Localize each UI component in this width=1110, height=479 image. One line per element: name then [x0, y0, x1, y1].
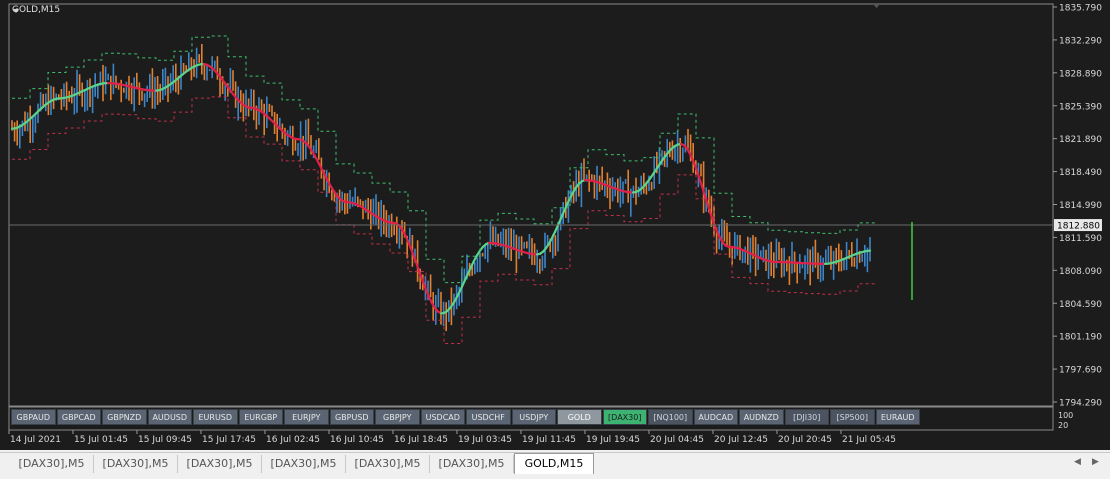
time-axis-label: 20 Jul 04:45 [650, 435, 704, 445]
price-axis-label: 1811.590 [1059, 234, 1102, 244]
chart-tab-bar: [DAX30],M5[DAX30],M5[DAX30],M5[DAX30],M5… [0, 452, 1110, 479]
symbol-button-usdjpy[interactable]: USDJPY [512, 409, 557, 425]
time-axis-label: 20 Jul 12:45 [714, 435, 768, 445]
symbol-button-gbpnzd[interactable]: GBPNZD [102, 409, 147, 425]
ma-segment [708, 206, 711, 215]
symbol-button-dax30[interactable]: [DAX30] [603, 409, 648, 425]
symbol-button-gbpaud[interactable]: GBPAUD [11, 409, 56, 425]
time-axis-label: 20 Jul 20:45 [778, 435, 832, 445]
symbol-button-sp500[interactable]: [SP500] [830, 409, 875, 425]
symbol-button-gbpusd[interactable]: GBPUSD [330, 409, 375, 425]
chart-tab[interactable]: [DAX30],M5 [10, 455, 94, 473]
chart-title: GOLD,M15 [12, 5, 60, 15]
price-axis-label: 1797.690 [1059, 366, 1102, 376]
ma-segment [699, 177, 702, 186]
symbol-button-audcad[interactable]: AUDCAD [694, 409, 739, 425]
price-axis-label: 1814.990 [1059, 201, 1102, 211]
time-axis-label: 16 Jul 10:45 [330, 435, 384, 445]
symbol-button-usdchf[interactable]: USDCHF [466, 409, 511, 425]
time-axis-label: 15 Jul 09:45 [138, 435, 192, 445]
time-axis-label: 15 Jul 01:45 [74, 435, 128, 445]
symbol-button-gold[interactable]: GOLD [557, 409, 602, 425]
price-axis-label: 1804.590 [1059, 300, 1102, 310]
plot-frame [9, 4, 1053, 406]
scroll-left-icon[interactable]: ◀ [1074, 457, 1081, 467]
moving-average-line [12, 64, 870, 313]
price-axis-label: 1818.490 [1059, 168, 1102, 178]
symbol-button-eurgbp[interactable]: EURGBP [239, 409, 284, 425]
price-axis-label: 1808.090 [1059, 267, 1102, 277]
chart-tab[interactable]: [DAX30],M5 [94, 455, 178, 473]
time-axis-label: 19 Jul 11:45 [522, 435, 576, 445]
time-axis-label: 14 Jul 2021 [10, 435, 61, 445]
time-axis-label: 16 Jul 18:45 [394, 435, 448, 445]
symbol-button-usdcad[interactable]: USDCAD [421, 409, 466, 425]
symbol-button-dji30[interactable]: [DJI30] [785, 409, 830, 425]
price-axis-label: 1835.790 [1059, 4, 1102, 14]
symbol-button-audnzd[interactable]: AUDNZD [739, 409, 784, 425]
price-axis-label: 1821.890 [1059, 135, 1102, 145]
scroll-right-icon[interactable]: ▶ [1092, 457, 1099, 467]
ma-segment [702, 186, 705, 196]
indicator-axis-label: 20 [1058, 421, 1068, 430]
chart-tab[interactable]: [DAX30],M5 [178, 455, 262, 473]
symbol-button-audusd[interactable]: AUDUSD [148, 409, 193, 425]
price-axis-label: 1832.290 [1059, 36, 1102, 46]
chart-area[interactable]: 1835.790 1832.290 1828.890 1825.390 1821.890… [0, 0, 1110, 450]
chart-tab[interactable]: [DAX30],M5 [262, 455, 346, 473]
symbol-button-eurjpy[interactable]: EURJPY [284, 409, 329, 425]
ma-segment [414, 257, 417, 265]
time-axis-label: 21 Jul 05:45 [842, 435, 896, 445]
price-chart[interactable]: 1835.790 1832.290 1828.890 1825.390 1821.890… [0, 0, 1110, 450]
indicator-axis-label: 100 [1058, 411, 1073, 420]
time-axis-label: 19 Jul 19:45 [586, 435, 640, 445]
time-axis-label: 15 Jul 17:45 [202, 435, 256, 445]
chart-tab[interactable]: [DAX30],M5 [430, 455, 514, 473]
price-axis-label: 1825.390 [1059, 102, 1102, 112]
upper-envelope-line [12, 36, 876, 283]
symbol-button-eurusd[interactable]: EURUSD [193, 409, 238, 425]
price-axis-label: 1801.190 [1059, 333, 1102, 343]
current-price-label: 1812.880 [1057, 222, 1100, 232]
time-axis-label: 16 Jul 02:45 [266, 435, 320, 445]
symbol-button-gbpcad[interactable]: GBPCAD [57, 409, 102, 425]
symbol-button-gbpjpy[interactable]: GBPJPY [375, 409, 420, 425]
price-axis-label: 1828.890 [1059, 69, 1102, 79]
ma-segment [411, 249, 414, 257]
shift-marker-icon [873, 4, 880, 8]
symbol-button-euraud[interactable]: EURAUD [876, 409, 921, 425]
symbol-button-nq100[interactable]: [NQ100] [648, 409, 693, 425]
chart-tab[interactable]: [DAX30],M5 [346, 455, 430, 473]
time-axis-label: 19 Jul 03:45 [458, 435, 512, 445]
price-axis-label: 1794.290 [1059, 399, 1102, 409]
price-bars [12, 44, 870, 331]
chart-tab[interactable]: GOLD,M15 [514, 453, 594, 474]
